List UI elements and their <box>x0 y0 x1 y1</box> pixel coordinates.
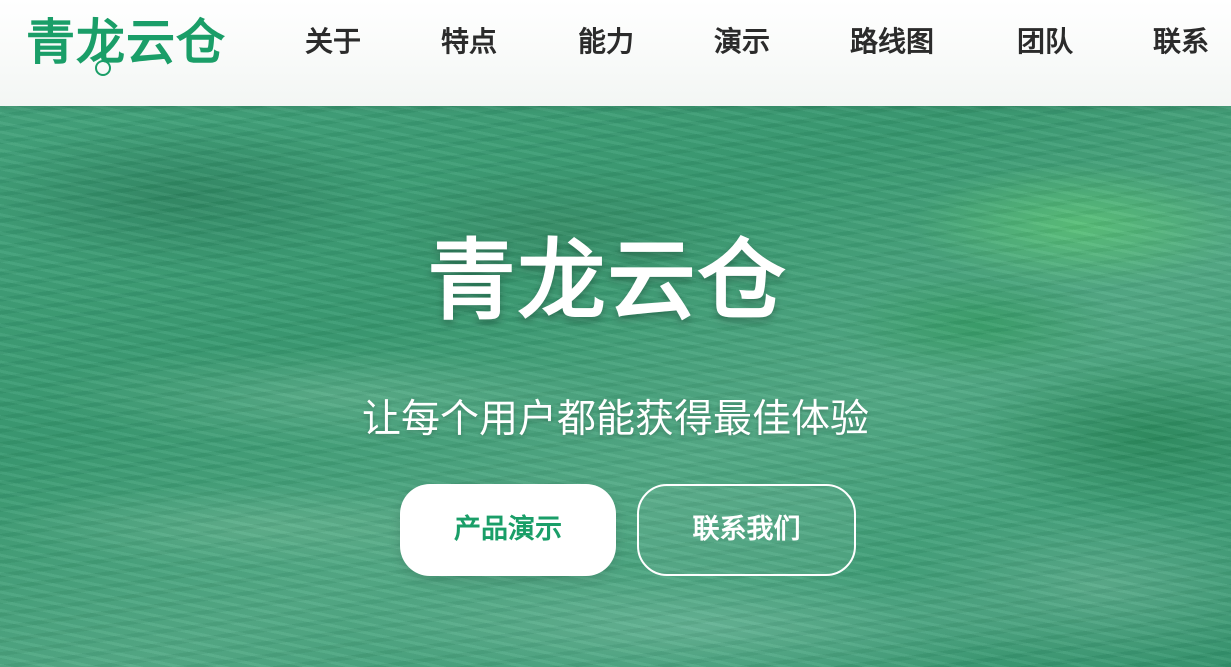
product-demo-button[interactable]: 产品演示 <box>400 484 616 576</box>
logo-dot-icon <box>95 60 111 76</box>
hero-background-image <box>0 106 1231 667</box>
nav-item-about[interactable]: 关于 <box>305 22 361 62</box>
nav-item-contact[interactable]: 联系 <box>1153 22 1209 62</box>
hero-overlay <box>0 106 1231 667</box>
hero-subtitle: 让每个用户都能获得最佳体验 <box>361 397 869 442</box>
nav-item-roadmap[interactable]: 路线图 <box>850 22 934 62</box>
hero-title: 青龙云仓 <box>427 229 788 332</box>
brand-logo[interactable]: 青龙云仓 <box>26 12 226 74</box>
site-header: 青龙云仓 关于 特点 能力 演示 路线图 团队 联系 <box>0 0 1231 106</box>
nav-item-team[interactable]: 团队 <box>1017 22 1073 62</box>
nav-item-features[interactable]: 特点 <box>441 22 497 62</box>
hero-section: 青龙云仓 让每个用户都能获得最佳体验 产品演示 联系我们 <box>0 106 1231 667</box>
nav-item-capabilities[interactable]: 能力 <box>578 22 634 62</box>
nav-item-demo[interactable]: 演示 <box>714 22 770 62</box>
contact-us-button[interactable]: 联系我们 <box>637 484 856 576</box>
